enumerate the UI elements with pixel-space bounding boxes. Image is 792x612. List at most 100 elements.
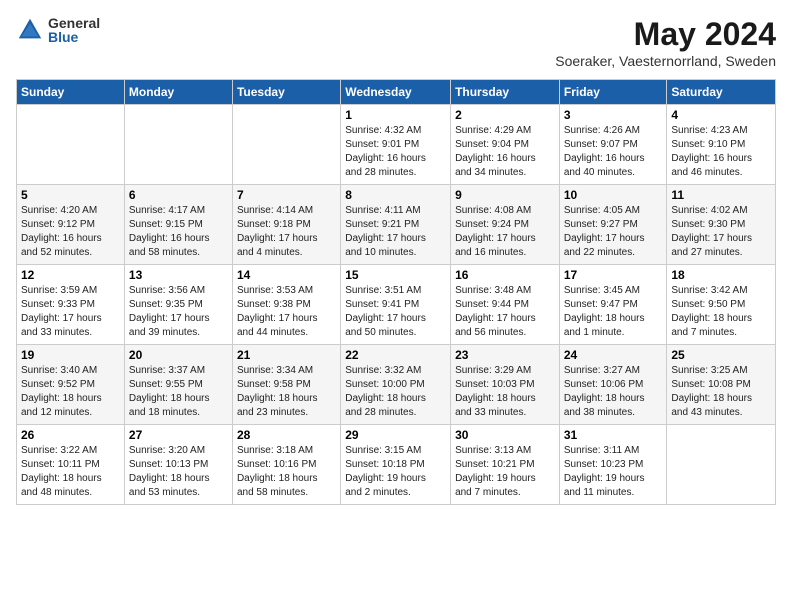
calendar-day-8: 8 Sunrise: 4:11 AM Sunset: 9:21 PM Daylig…: [341, 185, 451, 265]
calendar-week-row: 26Sunrise: 3:22 AM Sunset: 10:11 PM Dayl…: [17, 425, 776, 505]
calendar-week-row: 19 Sunrise: 3:40 AM Sunset: 9:52 PM Dayli…: [17, 345, 776, 425]
day-info: Sunrise: 3:53 AM Sunset: 9:38 PM Dayligh…: [237, 284, 336, 340]
day-number: 19: [21, 348, 120, 362]
day-info: Sunrise: 4:08 AM Sunset: 9:24 PM Dayligh…: [455, 204, 555, 260]
day-info: Sunrise: 3:20 AM Sunset: 10:13 PM Daylig…: [129, 444, 228, 500]
day-number: 2: [455, 108, 555, 122]
calendar-header-row: SundayMondayTuesdayWednesdayThursdayFrid…: [17, 80, 776, 105]
day-info: Sunrise: 4:26 AM Sunset: 9:07 PM Dayligh…: [564, 124, 663, 180]
day-number: 8: [345, 188, 446, 202]
calendar-week-row: 5 Sunrise: 4:20 AM Sunset: 9:12 PM Daylig…: [17, 185, 776, 265]
calendar-day-15: 15Sunrise: 3:51 AM Sunset: 9:41 PM Dayli…: [341, 265, 451, 345]
calendar-header-tuesday: Tuesday: [232, 80, 340, 105]
day-info: Sunrise: 3:37 AM Sunset: 9:55 PM Dayligh…: [129, 364, 228, 420]
calendar-day-25: 25Sunrise: 3:25 AM Sunset: 10:08 PM Dayl…: [667, 345, 776, 425]
calendar-day-22: 22 Sunrise: 3:32 AM Sunset: 10:00 PM Dayl…: [341, 345, 451, 425]
calendar-empty-cell: [232, 105, 340, 185]
logo-blue: Blue: [48, 30, 100, 44]
main-title: May 2024: [555, 16, 776, 53]
day-number: 13: [129, 268, 228, 282]
day-number: 22: [345, 348, 446, 362]
logo-general: General: [48, 16, 100, 30]
day-number: 18: [671, 268, 771, 282]
day-number: 31: [564, 428, 663, 442]
day-info: Sunrise: 3:56 AM Sunset: 9:35 PM Dayligh…: [129, 284, 228, 340]
day-number: 5: [21, 188, 120, 202]
day-number: 20: [129, 348, 228, 362]
day-info: Sunrise: 3:15 AM Sunset: 10:18 PM Daylig…: [345, 444, 446, 500]
day-info: Sunrise: 3:45 AM Sunset: 9:47 PM Dayligh…: [564, 284, 663, 340]
calendar-day-1: 1 Sunrise: 4:32 AM Sunset: 9:01 PM Daylig…: [341, 105, 451, 185]
calendar-day-6: 6 Sunrise: 4:17 AM Sunset: 9:15 PM Daylig…: [124, 185, 232, 265]
day-number: 1: [345, 108, 446, 122]
day-info: Sunrise: 3:18 AM Sunset: 10:16 PM Daylig…: [237, 444, 336, 500]
day-number: 11: [671, 188, 771, 202]
calendar-day-9: 9 Sunrise: 4:08 AM Sunset: 9:24 PM Daylig…: [451, 185, 560, 265]
day-number: 29: [345, 428, 446, 442]
calendar-empty-cell: [667, 425, 776, 505]
day-info: Sunrise: 3:59 AM Sunset: 9:33 PM Dayligh…: [21, 284, 120, 340]
calendar-empty-cell: [17, 105, 125, 185]
calendar-day-23: 23Sunrise: 3:29 AM Sunset: 10:03 PM Dayl…: [451, 345, 560, 425]
day-number: 16: [455, 268, 555, 282]
header: General Blue May 2024 Soeraker, Vaestern…: [16, 16, 776, 69]
day-number: 26: [21, 428, 120, 442]
subtitle: Soeraker, Vaesternorrland, Sweden: [555, 53, 776, 69]
day-info: Sunrise: 4:11 AM Sunset: 9:21 PM Dayligh…: [345, 204, 446, 260]
day-info: Sunrise: 3:34 AM Sunset: 9:58 PM Dayligh…: [237, 364, 336, 420]
day-info: Sunrise: 4:20 AM Sunset: 9:12 PM Dayligh…: [21, 204, 120, 260]
calendar-header-wednesday: Wednesday: [341, 80, 451, 105]
calendar-day-13: 13 Sunrise: 3:56 AM Sunset: 9:35 PM Dayli…: [124, 265, 232, 345]
calendar-day-2: 2Sunrise: 4:29 AM Sunset: 9:04 PM Daylig…: [451, 105, 560, 185]
day-number: 9: [455, 188, 555, 202]
calendar-day-24: 24Sunrise: 3:27 AM Sunset: 10:06 PM Dayl…: [559, 345, 667, 425]
day-info: Sunrise: 4:17 AM Sunset: 9:15 PM Dayligh…: [129, 204, 228, 260]
calendar-day-14: 14 Sunrise: 3:53 AM Sunset: 9:38 PM Dayli…: [232, 265, 340, 345]
calendar-header-thursday: Thursday: [451, 80, 560, 105]
calendar-day-27: 27 Sunrise: 3:20 AM Sunset: 10:13 PM Dayl…: [124, 425, 232, 505]
logo: General Blue: [16, 16, 100, 44]
calendar-header-friday: Friday: [559, 80, 667, 105]
day-info: Sunrise: 3:29 AM Sunset: 10:03 PM Daylig…: [455, 364, 555, 420]
day-info: Sunrise: 4:02 AM Sunset: 9:30 PM Dayligh…: [671, 204, 771, 260]
day-number: 25: [671, 348, 771, 362]
day-number: 10: [564, 188, 663, 202]
calendar-day-19: 19 Sunrise: 3:40 AM Sunset: 9:52 PM Dayli…: [17, 345, 125, 425]
day-number: 21: [237, 348, 336, 362]
calendar-week-row: 1 Sunrise: 4:32 AM Sunset: 9:01 PM Daylig…: [17, 105, 776, 185]
calendar-week-row: 12Sunrise: 3:59 AM Sunset: 9:33 PM Dayli…: [17, 265, 776, 345]
day-number: 3: [564, 108, 663, 122]
day-number: 27: [129, 428, 228, 442]
day-number: 4: [671, 108, 771, 122]
day-info: Sunrise: 3:48 AM Sunset: 9:44 PM Dayligh…: [455, 284, 555, 340]
day-info: Sunrise: 3:32 AM Sunset: 10:00 PM Daylig…: [345, 364, 446, 420]
day-info: Sunrise: 3:27 AM Sunset: 10:06 PM Daylig…: [564, 364, 663, 420]
calendar-day-30: 30Sunrise: 3:13 AM Sunset: 10:21 PM Dayl…: [451, 425, 560, 505]
day-number: 14: [237, 268, 336, 282]
day-info: Sunrise: 4:23 AM Sunset: 9:10 PM Dayligh…: [671, 124, 771, 180]
day-number: 15: [345, 268, 446, 282]
day-info: Sunrise: 3:40 AM Sunset: 9:52 PM Dayligh…: [21, 364, 120, 420]
day-info: Sunrise: 4:05 AM Sunset: 9:27 PM Dayligh…: [564, 204, 663, 260]
calendar-day-3: 3 Sunrise: 4:26 AM Sunset: 9:07 PM Daylig…: [559, 105, 667, 185]
page: General Blue May 2024 Soeraker, Vaestern…: [0, 0, 792, 612]
calendar-day-26: 26Sunrise: 3:22 AM Sunset: 10:11 PM Dayl…: [17, 425, 125, 505]
calendar-day-5: 5 Sunrise: 4:20 AM Sunset: 9:12 PM Daylig…: [17, 185, 125, 265]
day-number: 30: [455, 428, 555, 442]
day-number: 17: [564, 268, 663, 282]
calendar-day-4: 4 Sunrise: 4:23 AM Sunset: 9:10 PM Daylig…: [667, 105, 776, 185]
calendar: SundayMondayTuesdayWednesdayThursdayFrid…: [16, 79, 776, 505]
calendar-day-16: 16 Sunrise: 3:48 AM Sunset: 9:44 PM Dayli…: [451, 265, 560, 345]
day-info: Sunrise: 4:14 AM Sunset: 9:18 PM Dayligh…: [237, 204, 336, 260]
calendar-day-17: 17 Sunrise: 3:45 AM Sunset: 9:47 PM Dayli…: [559, 265, 667, 345]
calendar-day-7: 7 Sunrise: 4:14 AM Sunset: 9:18 PM Daylig…: [232, 185, 340, 265]
logo-icon: [16, 16, 44, 44]
day-number: 6: [129, 188, 228, 202]
calendar-day-29: 29 Sunrise: 3:15 AM Sunset: 10:18 PM Dayl…: [341, 425, 451, 505]
logo-text: General Blue: [48, 16, 100, 44]
calendar-day-12: 12Sunrise: 3:59 AM Sunset: 9:33 PM Dayli…: [17, 265, 125, 345]
day-number: 28: [237, 428, 336, 442]
calendar-day-11: 11 Sunrise: 4:02 AM Sunset: 9:30 PM Dayli…: [667, 185, 776, 265]
day-number: 7: [237, 188, 336, 202]
day-info: Sunrise: 4:32 AM Sunset: 9:01 PM Dayligh…: [345, 124, 446, 180]
